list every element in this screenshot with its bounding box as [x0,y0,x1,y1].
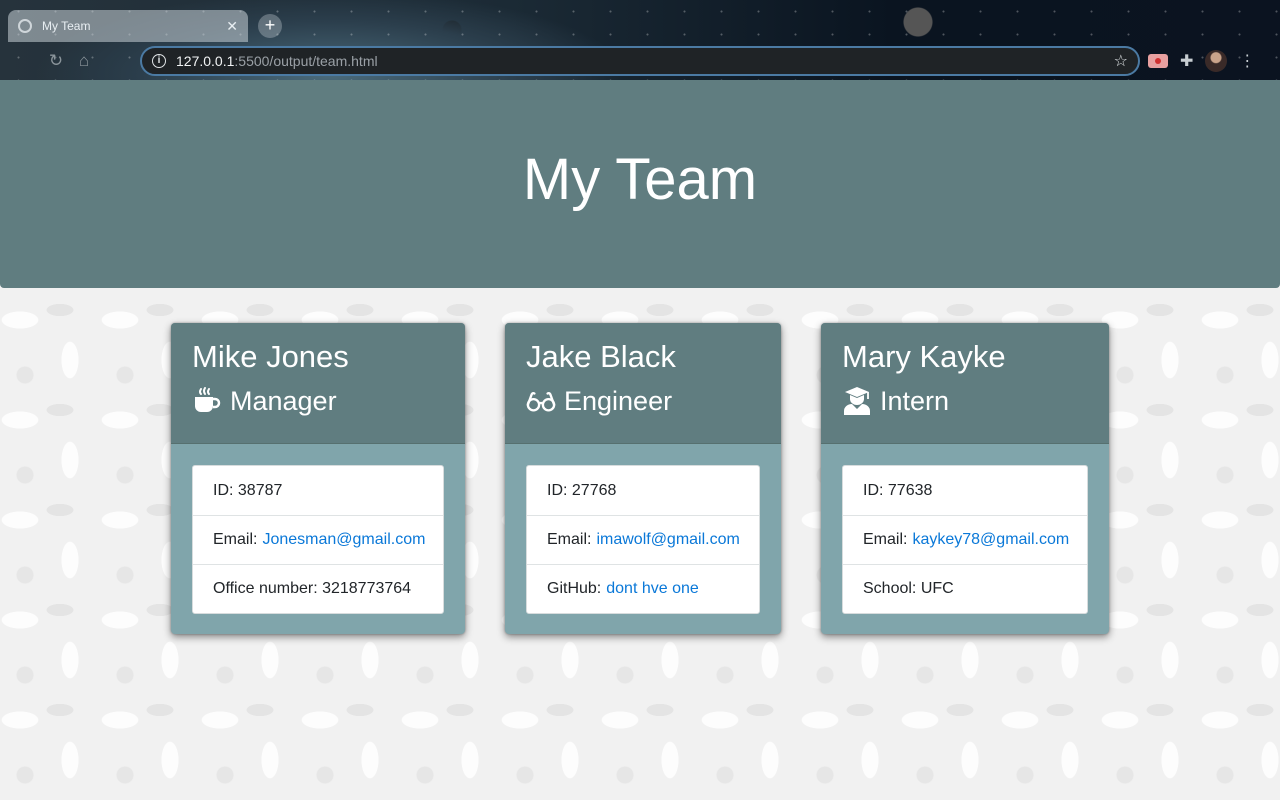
office-number-text: Office number: 3218773764 [213,580,412,597]
employee-id: ID: 27768 [527,466,759,515]
email-link[interactable]: imawolf@gmail.com [596,531,739,549]
url-path: :5500/output/team.html [234,53,378,69]
employee-email: Email: Jonesman@gmail.com [193,515,443,564]
browser-chrome: My Team ✕ + ↻ ⌂ i 127.0.0.1:5500/output/… [0,0,1280,80]
email-label: Email: [547,531,592,548]
new-tab-button[interactable]: + [258,14,282,38]
coffee-mug-icon [195,387,221,412]
office-number: Office number: 3218773764 [193,564,443,613]
id-text: ID: 38787 [213,481,283,499]
school-text: School: UFC [863,580,954,597]
extensions-area: ✚ ⋮ [1148,46,1255,76]
employee-card-intern: Mary Kayke Intern ID: 77638 Email: kayke… [821,323,1109,634]
address-bar[interactable]: i 127.0.0.1:5500/output/team.html ☆ [140,46,1140,76]
employee-card-manager: Mike Jones Manager ID: 38787 Email: Jone… [171,323,465,634]
extensions-puzzle-icon[interactable]: ✚ [1180,51,1193,71]
employee-role: Intern [842,385,1088,417]
email-label: Email: [213,531,258,548]
glasses-icon [526,392,556,412]
employee-role: Engineer [526,385,760,417]
site-info-icon[interactable]: i [152,54,166,68]
id-text: ID: 77638 [863,481,933,499]
role-label: Manager [230,386,337,416]
employee-email: Email: imawolf@gmail.com [527,515,759,564]
email-label: Email: [863,531,908,548]
close-tab-icon[interactable]: ✕ [226,18,238,35]
graduate-icon [844,387,870,415]
id-text: ID: 27768 [547,481,617,499]
bookmark-star-icon[interactable]: ☆ [1114,51,1128,71]
employee-id: ID: 38787 [193,466,443,515]
employee-name: Jake Black [526,339,676,374]
role-label: Intern [880,386,950,416]
github-label: GitHub: [547,580,602,597]
page-title: My Team [522,146,758,212]
card-header: Mary Kayke Intern [821,323,1109,444]
reload-icon[interactable]: ↻ [42,47,70,75]
employee-details-list: ID: 27768 Email: imawolf@gmail.com GitHu… [526,465,760,614]
github: GitHub: dont hve one [527,564,759,613]
screen-recorder-extension-icon[interactable] [1148,54,1168,68]
email-link[interactable]: kaykey78@gmail.com [912,531,1069,549]
profile-avatar[interactable] [1205,50,1228,72]
employee-role: Manager [192,385,444,417]
school: School: UFC [843,564,1087,613]
url-host: 127.0.0.1 [176,53,235,69]
role-label: Engineer [564,386,673,416]
page-header: My Team [0,80,1280,288]
globe-icon [18,19,32,33]
browser-tab[interactable]: My Team ✕ [8,10,248,42]
browser-menu-icon[interactable]: ⋮ [1239,51,1255,71]
employee-id: ID: 77638 [843,466,1087,515]
employee-name: Mary Kayke [842,339,1006,374]
github-link[interactable]: dont hve one [606,580,699,598]
employee-details-list: ID: 38787 Email: Jonesman@gmail.com Offi… [192,465,444,614]
card-header: Jake Black Engineer [505,323,781,444]
tab-title: My Team [42,19,91,33]
home-icon[interactable]: ⌂ [70,47,98,75]
employee-card-engineer: Jake Black Engineer ID: 27768 Email: ima… [505,323,781,634]
browser-toolbar: ↻ ⌂ i 127.0.0.1:5500/output/team.html ☆ … [0,42,1280,80]
employee-details-list: ID: 77638 Email: kaykey78@gmail.com Scho… [842,465,1088,614]
email-link[interactable]: Jonesman@gmail.com [262,531,425,549]
employee-email: Email: kaykey78@gmail.com [843,515,1087,564]
employee-name: Mike Jones [192,339,349,374]
card-header: Mike Jones Manager [171,323,465,444]
